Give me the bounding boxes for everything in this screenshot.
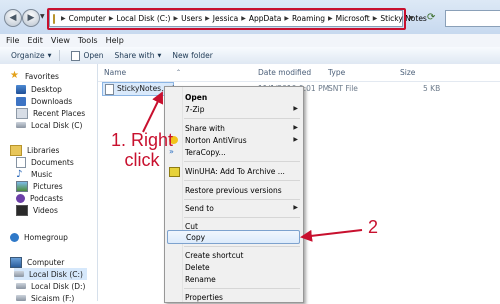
annotation-step-1-line-2: click [124, 150, 160, 170]
annotation-step-1: 1. Right click [103, 130, 181, 170]
annotation-step-2: 2 [368, 217, 379, 237]
annotation-step-1-line-1: 1. Right [110, 130, 174, 150]
annotation-arrows [142, 91, 363, 242]
annotation-arrow-1 [142, 91, 164, 133]
annotation-arrow-2 [300, 229, 363, 242]
